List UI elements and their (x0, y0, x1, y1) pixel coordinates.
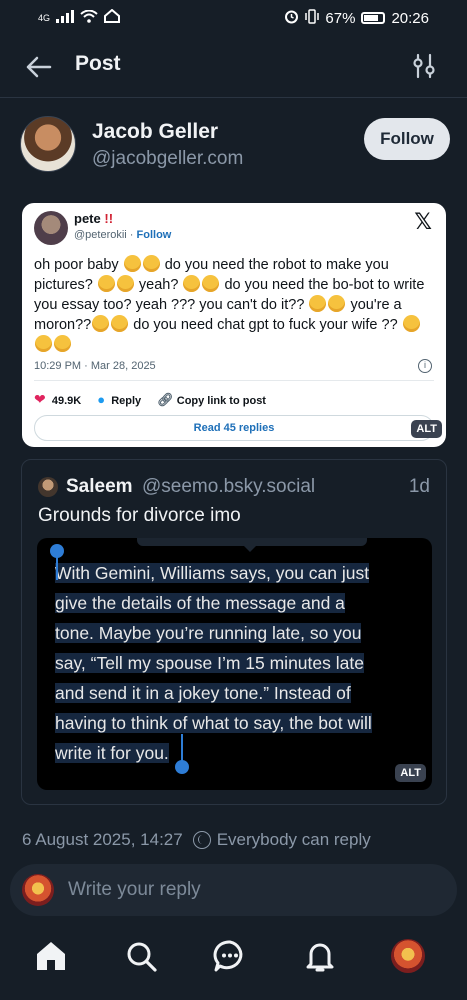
reply-placeholder[interactable]: Write your reply (68, 879, 201, 901)
alt-badge[interactable]: ALT (395, 764, 426, 782)
chat-icon[interactable] (212, 938, 248, 974)
post-author: Jacob Geller @jacobgeller.com Follow (20, 116, 450, 176)
post-datetime: 6 August 2025, 14:27 (22, 830, 183, 849)
page-title: Post (75, 52, 121, 75)
quoted-post[interactable]: Saleem @seemo.bsky.social 1d Grounds for… (21, 459, 447, 805)
quote-author-handle: @seemo.bsky.social (142, 476, 316, 497)
reply-label: Reply (111, 395, 142, 407)
wifi-icon (80, 9, 98, 27)
quote-image-line: and send it in a jokey tone.” Instead of (55, 683, 351, 703)
selection-start-bar (56, 552, 58, 580)
status-bar: 4G 67% 20:26 (0, 0, 467, 36)
quote-image-text: With Gemini, Williams says, you can just… (55, 558, 415, 768)
quote-image-line: say, “Tell my spouse I’m 15 minutes late (55, 653, 364, 673)
selection-end-bar (181, 734, 183, 762)
post-meta: 6 August 2025, 14:27 Everybody can reply (22, 830, 371, 850)
signal-bars-icon (56, 9, 75, 27)
quote-image-line: With Gemini, Williams says, you can just (55, 563, 370, 583)
quote-image-line: having to think of what to say, the bot … (55, 713, 372, 733)
my-avatar (22, 874, 54, 906)
quote-image[interactable]: With Gemini, Williams says, you can just… (37, 538, 432, 790)
profile-avatar[interactable] (391, 939, 425, 973)
embedded-image[interactable]: pete !! @peterokii · Follow 𝕏 oh poor ba… (22, 203, 446, 447)
copy-link-label: Copy link to post (176, 394, 266, 407)
quote-image-line: give the details of the message and a (55, 593, 345, 613)
signal-indicator: 4G (38, 13, 51, 23)
selection-toolbar (137, 538, 367, 552)
link-icon: 🔗︎ (157, 391, 174, 407)
vibrate-icon (305, 8, 320, 28)
home-icon[interactable] (33, 938, 69, 974)
home-network-icon (104, 8, 121, 27)
follow-button[interactable]: Follow (364, 118, 450, 160)
quote-text: Grounds for divorce imo (38, 505, 241, 526)
bell-icon[interactable] (302, 938, 338, 974)
quote-avatar (38, 477, 58, 497)
globe-icon (192, 831, 211, 849)
tweet-timestamp: 10:29 PM · Mar 28, 2025 (34, 360, 156, 372)
tweet-author-name: pete !! (74, 211, 114, 226)
divider (34, 380, 434, 381)
quote-image-line: tone. Maybe you’re running late, so you (55, 623, 362, 643)
battery-icon (361, 12, 386, 24)
heart-icon: ❤ (34, 391, 46, 407)
top-bar: Post (0, 36, 467, 98)
back-arrow-icon[interactable] (24, 52, 54, 82)
quote-author-name: Saleem (66, 476, 133, 497)
battery-percent: 67% (325, 9, 356, 27)
x-logo-icon: 𝕏 (414, 209, 432, 234)
quote-image-line: write it for you. (55, 743, 169, 763)
info-icon: i (418, 359, 432, 373)
sliders-icon[interactable] (410, 52, 438, 80)
tweet-text: oh poor baby do you need the robot to ma… (34, 255, 434, 355)
author-name[interactable]: Jacob Geller (92, 120, 218, 144)
reply-bubble-icon: ● (97, 392, 106, 407)
tweet-author-handle: @peterokii · Follow (74, 229, 172, 241)
search-icon[interactable] (123, 938, 159, 974)
reply-setting[interactable]: Everybody can reply (217, 830, 371, 850)
alarm-icon (284, 9, 299, 28)
selection-end-handle[interactable] (175, 760, 189, 774)
author-handle[interactable]: @jacobgeller.com (92, 148, 243, 170)
alt-badge[interactable]: ALT (411, 420, 442, 438)
reply-composer[interactable]: Write your reply (10, 864, 457, 916)
clock: 20:26 (391, 9, 429, 27)
like-count: 49.9K (51, 395, 82, 407)
quote-time: 1d (408, 476, 430, 497)
tweet-actions: ❤ 49.9K ● Reply 🔗︎ Copy link to post (34, 391, 266, 408)
author-avatar[interactable] (20, 116, 76, 172)
read-replies-pill: Read 45 replies (34, 415, 434, 441)
tweet-avatar (34, 211, 68, 245)
bottom-nav (0, 925, 467, 1000)
